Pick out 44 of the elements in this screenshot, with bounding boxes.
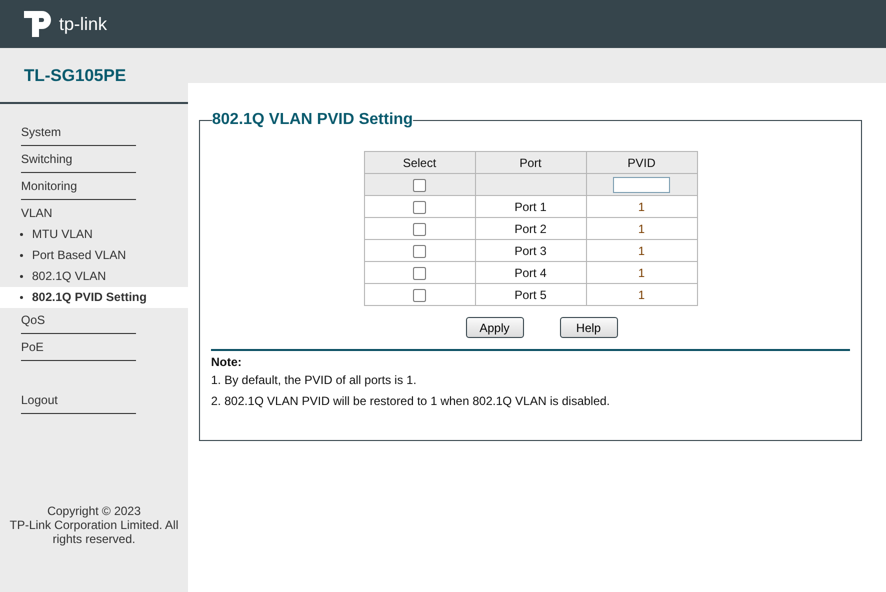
nav-item[interactable]: Logout — [21, 388, 136, 414]
port-cell: Port 2 — [475, 218, 586, 240]
port-cell: Port 4 — [475, 262, 586, 284]
nav-subitem[interactable]: 802.1Q VLAN — [0, 266, 188, 287]
port-cell: Port 5 — [475, 284, 586, 306]
nav-item[interactable]: Monitoring — [21, 174, 136, 200]
note-text: 2. 802.1Q VLAN PVID will be restored to 1 when 802.1Q VLAN is disabled. — [211, 393, 611, 410]
nav-item[interactable]: PoE — [21, 335, 136, 361]
nav-item[interactable]: VLAN — [21, 201, 136, 223]
nav-item[interactable]: Switching — [21, 147, 136, 173]
logo-text: tp-link — [59, 14, 108, 34]
pvid-cell: 1 — [586, 196, 697, 218]
copyright-text: TP-Link Corporation Limited. All rights reserved. — [8, 518, 180, 546]
port-cell: Port 1 — [475, 196, 586, 218]
panel-title: 802.1Q VLAN PVID Setting — [212, 111, 413, 129]
nav-subitem[interactable]: Port Based VLAN — [0, 245, 188, 266]
column-header: Port — [475, 152, 586, 174]
nav-subitem[interactable]: 802.1Q PVID Setting — [0, 287, 188, 308]
pvid-input[interactable] — [613, 176, 670, 192]
bullet-icon — [20, 296, 23, 299]
column-header: PVID — [586, 152, 697, 174]
nav-item[interactable]: QoS — [21, 308, 136, 334]
help-button[interactable]: Help — [560, 317, 618, 338]
column-header: Select — [364, 152, 475, 174]
pvid-cell: 1 — [586, 218, 697, 240]
bullet-icon — [20, 275, 23, 278]
row-checkbox[interactable] — [413, 200, 426, 214]
bullet-icon — [20, 254, 23, 257]
apply-button[interactable]: Apply — [466, 317, 524, 338]
port-cell: Port 3 — [475, 240, 586, 262]
nav-subitem[interactable]: MTU VLAN — [0, 224, 188, 245]
copyright-text: Copyright © 2023 — [46, 504, 142, 518]
row-checkbox[interactable] — [413, 244, 426, 258]
row-checkbox[interactable] — [413, 288, 426, 302]
note-title: Note: — [211, 355, 243, 370]
nav-item[interactable]: System — [21, 120, 136, 146]
select-all-checkbox[interactable] — [413, 178, 426, 192]
note-text: 1. By default, the PVID of all ports is 1. — [211, 372, 418, 389]
row-checkbox[interactable] — [413, 222, 426, 236]
bullet-icon — [20, 233, 23, 236]
row-checkbox[interactable] — [413, 266, 426, 280]
pvid-cell: 1 — [586, 240, 697, 262]
pvid-cell: 1 — [586, 284, 697, 306]
pvid-cell: 1 — [586, 262, 697, 284]
